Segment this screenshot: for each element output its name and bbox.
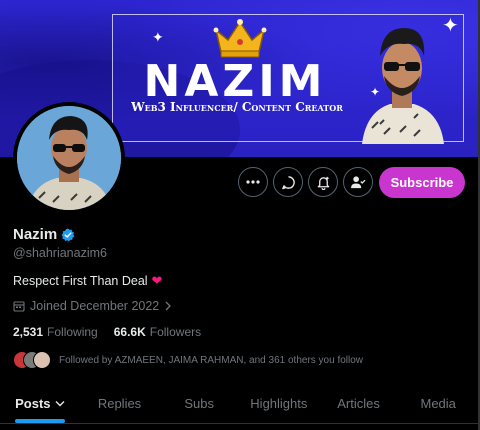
tab-label: Articles — [337, 396, 380, 411]
chevron-right-icon — [165, 301, 172, 311]
followers-link[interactable]: 66.6K Followers — [114, 325, 201, 339]
more-icon — [246, 180, 260, 184]
tab-articles[interactable]: Articles — [319, 384, 399, 423]
tab-label: Highlights — [250, 396, 308, 411]
tab-label: Posts — [15, 396, 51, 411]
following-button[interactable] — [343, 167, 373, 197]
avatar — [33, 351, 51, 369]
followers-count: 66.6K — [113, 325, 146, 339]
following-link[interactable]: 2,531 Following — [13, 325, 98, 339]
mutual-avatars — [13, 351, 51, 369]
crown-icon — [213, 19, 267, 58]
tab-label: Media — [420, 396, 456, 411]
tab-replies[interactable]: Replies — [80, 384, 160, 423]
bio-text: Respect First Than Deal — [13, 274, 148, 288]
calendar-icon — [13, 301, 25, 312]
profile-avatar[interactable] — [13, 102, 125, 214]
message-button[interactable] — [273, 167, 303, 197]
user-handle: @shahrianazim6 — [13, 246, 107, 260]
subscribe-button[interactable]: Subscribe — [379, 167, 465, 198]
chevron-down-icon — [55, 401, 65, 407]
tab-subs[interactable]: Subs — [159, 384, 239, 423]
active-tab-indicator — [14, 419, 65, 423]
tab-label: Subs — [184, 396, 214, 411]
joined-date[interactable]: Joined December 2022 — [13, 299, 172, 313]
message-icon — [281, 175, 295, 189]
person-check-icon — [350, 175, 366, 188]
profile-tabs: Posts Replies Subs Highlights Articles M… — [0, 384, 478, 424]
notifications-button[interactable] — [308, 167, 338, 197]
joined-text: Joined December 2022 — [30, 299, 160, 313]
more-button[interactable] — [238, 167, 268, 197]
tab-highlights[interactable]: Highlights — [239, 384, 319, 423]
banner-subtitle: Web3 Influencer/ Content Creator — [131, 100, 343, 114]
verified-badge-icon[interactable] — [61, 227, 75, 242]
followed-by-text: Followed by AZMAEEN, JAIMA RAHMAN, and 3… — [59, 354, 364, 366]
display-name: Nazim — [13, 226, 58, 243]
banner-portrait — [362, 28, 444, 144]
heart-icon: ❤ — [151, 273, 163, 288]
follow-stats: 2,531 Following 66.6K Followers — [13, 325, 201, 339]
sparkle-icon: ✦ — [152, 29, 164, 45]
name-row: Nazim — [13, 226, 75, 243]
tab-posts[interactable]: Posts — [0, 384, 80, 423]
bell-plus-icon — [317, 176, 329, 190]
profile-bio: Respect First Than Deal ❤ — [13, 273, 162, 289]
followers-label: Followers — [149, 325, 202, 339]
tab-label: Replies — [97, 396, 142, 411]
followers-you-know[interactable]: Followed by AZMAEEN, JAIMA RAHMAN, and 3… — [13, 351, 363, 369]
tab-media[interactable]: Media — [398, 384, 478, 423]
avatar-photo — [17, 106, 121, 210]
following-label: Following — [47, 325, 98, 339]
following-count: 2,531 — [13, 325, 44, 339]
